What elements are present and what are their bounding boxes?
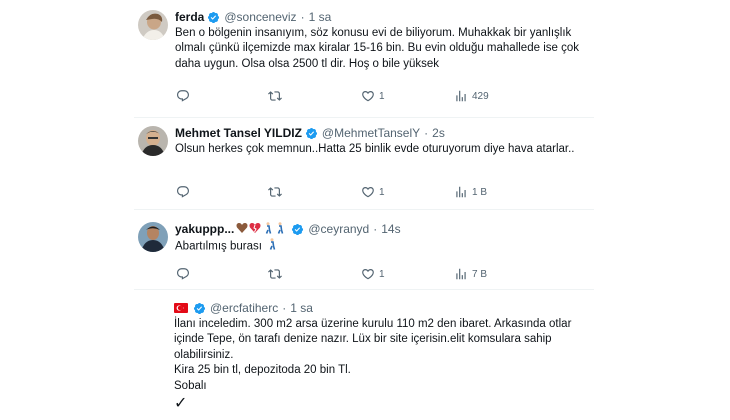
views-button[interactable]: 7 B <box>454 267 487 281</box>
retweet-button[interactable] <box>268 89 282 103</box>
reply-button[interactable] <box>176 267 190 281</box>
author-name[interactable]: yakuppp... <box>175 222 234 236</box>
tweet-text: Olsun herkes çok memnun..Hatta 25 binlik… <box>175 143 575 155</box>
views-button[interactable]: 1 B <box>454 185 487 199</box>
tweet-text-line: Sobalı <box>174 379 207 392</box>
like-button[interactable]: 1 <box>361 267 385 281</box>
tweet-actions: 1 429 <box>177 88 547 104</box>
tweet-header: ferda @sonceneviz · 1 sa <box>175 9 590 25</box>
separator-dot: · <box>282 301 287 315</box>
tweet-header: @ercfatiherc · 1 sa <box>174 300 590 316</box>
view-count: 7 B <box>472 268 488 280</box>
timestamp[interactable]: 1 sa <box>309 10 332 24</box>
tweet[interactable]: @ercfatiherc · 1 sa İlanı inceledim. 300… <box>134 290 594 420</box>
like-icon <box>362 187 374 198</box>
reply-icon <box>177 268 189 280</box>
like-count: 1 <box>379 90 385 102</box>
like-button[interactable]: 1 <box>361 185 385 199</box>
tweet-text: Ben o bölgenin insanıyım, söz konusu evi… <box>175 27 579 70</box>
separator-dot: · <box>300 10 305 24</box>
tweet[interactable]: yakuppp... 🤎💔🚶🚶 @ceyranyd · <box>134 210 594 290</box>
check-mark: ✓ <box>174 395 188 413</box>
views-icon <box>456 90 466 102</box>
like-count: 1 <box>379 186 385 198</box>
views-icon <box>456 268 466 280</box>
like-button[interactable]: 1 <box>361 89 385 103</box>
reply-icon <box>177 186 189 198</box>
reply-button[interactable] <box>176 185 190 199</box>
verified-icon <box>193 302 206 314</box>
author-handle[interactable]: @sonceneviz <box>224 10 296 24</box>
timestamp[interactable]: 14s <box>381 222 400 236</box>
turkey-flag-icon <box>174 303 188 313</box>
reply-button[interactable] <box>176 89 190 103</box>
tweet-header: Mehmet Tansel YILDIZ @MehmetTanselY · 2s <box>175 125 590 141</box>
avatar[interactable] <box>138 10 168 40</box>
timeline: ferda @sonceneviz · 1 sa Ben o bölgenin … <box>134 0 594 420</box>
retweet-icon <box>268 269 282 279</box>
author-handle[interactable]: @MehmetTanselY <box>322 126 420 140</box>
name-emoji <box>236 221 288 237</box>
verified-icon <box>305 127 317 139</box>
tweet-text-line: Kira 25 bin tl, depozitoda 20 bin Tl. <box>174 364 351 377</box>
verified-icon <box>292 223 304 235</box>
author-handle[interactable]: @ceyranyd <box>308 222 369 236</box>
tweet[interactable]: Mehmet Tansel YILDIZ @MehmetTanselY · 2s… <box>134 118 594 210</box>
tweet-actions: 1 1 B <box>177 184 547 200</box>
view-count: 429 <box>472 90 489 102</box>
verified-icon <box>208 11 220 23</box>
tweet-actions: 1 7 B <box>177 266 547 282</box>
tweet-text-line: İlanı inceledim. 300 m2 arsa üzerine kur… <box>174 318 572 361</box>
author-handle[interactable]: @ercfatiherc <box>210 301 278 315</box>
tweet-header: yakuppp... 🤎💔🚶🚶 @ceyranyd · <box>175 221 590 237</box>
walking-emoji <box>268 238 276 255</box>
avatar[interactable] <box>138 222 168 252</box>
tweet-text: Abartılmış burası 🚶 <box>175 238 590 255</box>
views-icon <box>456 186 466 198</box>
retweet-button[interactable] <box>268 185 282 199</box>
retweet-icon <box>268 91 282 101</box>
tweet-text-content: Abartılmış burası <box>175 240 262 253</box>
separator-dot: · <box>424 126 429 140</box>
view-count: 1 B <box>472 186 488 198</box>
retweet-button[interactable] <box>268 267 282 281</box>
author-name[interactable]: Mehmet Tansel YILDIZ <box>175 126 302 140</box>
separator-dot: · <box>373 222 378 236</box>
avatar[interactable] <box>138 126 168 156</box>
tweet[interactable]: ferda @sonceneviz · 1 sa Ben o bölgenin … <box>134 0 594 118</box>
tweet-text: İlanı inceledim. 300 m2 arsa üzerine kur… <box>174 317 590 412</box>
timestamp[interactable]: 2s <box>432 126 445 140</box>
author-name[interactable]: ferda <box>175 10 204 24</box>
like-count: 1 <box>379 268 385 280</box>
retweet-icon <box>268 187 282 197</box>
reply-icon <box>177 90 189 102</box>
like-icon <box>362 91 374 102</box>
like-icon <box>362 269 374 280</box>
timestamp[interactable]: 1 sa <box>290 301 313 315</box>
views-button[interactable]: 429 <box>454 89 489 103</box>
